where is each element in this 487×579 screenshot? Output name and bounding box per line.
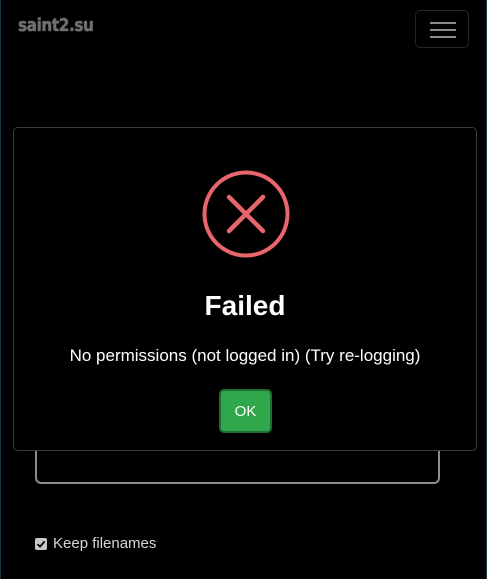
dialog-title: Failed <box>204 290 286 321</box>
checkmark-icon <box>36 540 46 548</box>
hamburger-menu-icon <box>430 22 456 24</box>
page: saint2.su Keep filenames Failed No permi… <box>0 0 487 579</box>
dialog-message: No permissions (not logged in) (Try re-l… <box>69 346 421 365</box>
navbar-toggle-button[interactable] <box>415 10 469 48</box>
navbar: saint2.su <box>0 0 487 60</box>
hamburger-menu-icon-bar <box>430 29 456 31</box>
error-x-icon <box>202 170 290 258</box>
keep-filenames-label: Keep filenames <box>53 535 157 552</box>
keep-filenames-checkbox[interactable] <box>35 537 47 550</box>
ok-button[interactable]: OK <box>219 389 272 433</box>
error-dialog: Failed No permissions (not logged in) (T… <box>13 127 477 451</box>
brand-logo-link[interactable]: saint2.su <box>18 15 94 36</box>
keep-filenames-option[interactable]: Keep filenames <box>35 535 156 552</box>
left-edge-divider <box>0 0 1 579</box>
hamburger-menu-icon-bar <box>430 36 456 38</box>
